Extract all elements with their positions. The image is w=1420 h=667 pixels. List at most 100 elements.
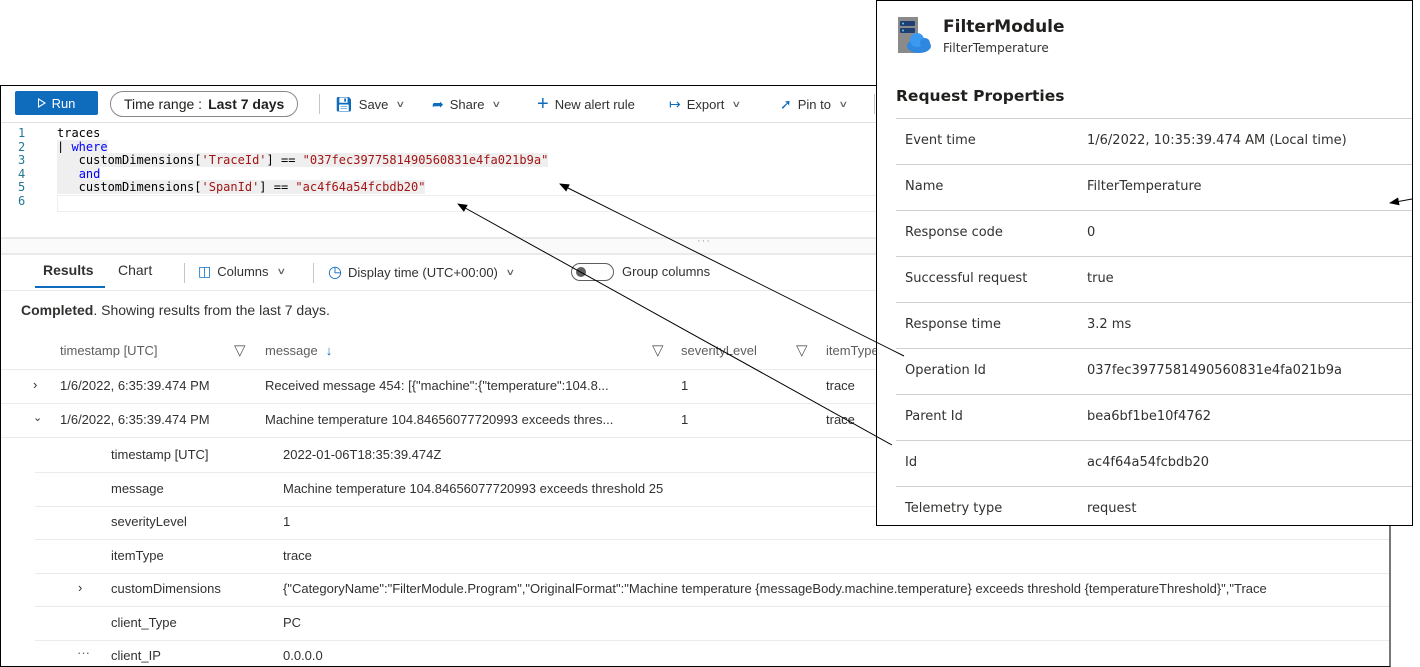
detail-value: trace — [283, 547, 312, 563]
export-label: Export — [686, 96, 725, 112]
detail-row: ··· client_IP 0.0.0.0 — [35, 640, 1389, 666]
property-row: Telemetry type request — [896, 486, 1412, 532]
chevron-right-icon[interactable]: › — [78, 580, 82, 595]
line-number: 3 — [18, 153, 26, 167]
current-line-highlight — [57, 194, 929, 212]
tab-chart[interactable]: Chart — [118, 262, 152, 278]
tab-results[interactable]: Results — [43, 262, 94, 278]
cell-severity: 1 — [681, 378, 689, 393]
property-row: Response code 0 — [896, 210, 1412, 256]
property-key: Operation Id — [905, 363, 986, 378]
line-number: 1 — [18, 126, 26, 140]
detail-value: 2022-01-06T18:35:39.474Z — [283, 447, 442, 462]
property-row: Parent Id bea6bf1be10f4762 — [896, 394, 1412, 440]
string-token: 'SpanId' — [201, 180, 260, 194]
display-time-label: Display time (UTC+00:00) — [347, 264, 498, 280]
keyword-token: where — [71, 139, 108, 154]
chevron-down-icon: ∨ — [731, 98, 742, 109]
play-icon — [37, 98, 46, 108]
save-button[interactable]: 💾︎ Save ∨ — [335, 86, 406, 122]
display-time-button[interactable]: ◷ Display time (UTC+00:00) ∨ — [328, 254, 515, 290]
property-key: Response time — [905, 317, 1001, 332]
export-arrow-icon: ↦ — [669, 95, 681, 112]
group-columns-label: Group columns — [622, 264, 711, 279]
plus-icon: + — [537, 92, 549, 115]
property-value: 0 — [1087, 225, 1096, 240]
detail-key: client_Type — [111, 614, 177, 630]
status-text: . Showing results from the last 7 days. — [93, 302, 330, 318]
detail-row: itemType trace — [35, 540, 1389, 574]
detail-key: customDimensions — [111, 581, 221, 596]
line-number: 2 — [18, 139, 26, 154]
new-alert-label: New alert rule — [554, 96, 635, 112]
detail-key: timestamp [UTC] — [111, 447, 209, 462]
keyword-token: and — [78, 166, 101, 181]
more-dots-icon[interactable]: ··· — [77, 645, 90, 660]
group-columns-toggle[interactable] — [571, 263, 614, 281]
property-value: 1/6/2022, 10:35:39.474 AM (Local time) — [1087, 133, 1347, 148]
export-button[interactable]: ↦ Export ∨ — [669, 86, 742, 122]
time-range-label: Time range : — [124, 96, 203, 112]
toggle-knob — [576, 267, 586, 277]
column-header-itemtype[interactable]: itemType — [826, 343, 879, 358]
filter-icon[interactable]: ▽ — [796, 341, 808, 359]
new-alert-rule-button[interactable]: + New alert rule — [537, 86, 635, 122]
chevron-down-icon: ∨ — [275, 265, 286, 276]
string-token: 'TraceId' — [201, 153, 267, 167]
time-range-picker[interactable]: Time range : Last 7 days — [110, 91, 299, 117]
chevron-down-icon: ∨ — [395, 98, 406, 109]
code-selection: traces — [57, 126, 100, 140]
code-selection: and — [57, 166, 101, 181]
property-key: Parent Id — [905, 409, 963, 424]
share-button[interactable]: ➦ Share ∨ — [432, 86, 502, 122]
properties-table: Event time 1/6/2022, 10:35:39.474 AM (Loc… — [896, 118, 1412, 532]
detail-value: Machine temperature 104.84656077720993 e… — [283, 480, 664, 496]
detail-value: {"CategoryName":"FilterModule.Program","… — [283, 581, 1267, 596]
detail-value: PC — [283, 614, 302, 630]
sort-down-icon: ↓ — [325, 343, 333, 358]
section-heading: Request Properties — [896, 87, 1065, 105]
filter-icon[interactable]: ▽ — [652, 341, 664, 359]
code-text: | where — [57, 139, 108, 155]
line-number: 4 — [18, 166, 26, 181]
detail-key: severityLevel — [111, 514, 187, 529]
code-token: customDimensions[ — [57, 153, 202, 167]
property-value: bea6bf1be10f4762 — [1087, 409, 1212, 424]
column-header-timestamp[interactable]: timestamp [UTC] — [60, 343, 158, 358]
cell-timestamp: 1/6/2022, 6:35:39.474 PM — [60, 378, 210, 393]
clock-icon: ◷ — [328, 264, 342, 281]
toolbar-divider — [184, 263, 185, 283]
property-row: Successful request true — [896, 256, 1412, 302]
code-token: | — [57, 139, 72, 154]
pin-to-button[interactable]: ➚ Pin to ∨ — [780, 86, 848, 122]
property-row: Name FilterTemperature — [896, 164, 1412, 210]
code-token: ] == — [266, 153, 303, 167]
app-service-icon — [898, 17, 931, 53]
detail-key: client_IP — [111, 648, 161, 663]
code-selection: | where — [57, 139, 108, 154]
property-key: Successful request — [905, 271, 1028, 286]
toolbar-divider — [319, 94, 320, 114]
time-range-value: Last 7 days — [208, 96, 285, 112]
property-key: Name — [905, 179, 944, 194]
toolbar-divider — [313, 263, 314, 283]
chevron-down-icon[interactable]: ⌄ — [33, 411, 42, 424]
property-key: Response code — [905, 225, 1003, 240]
detail-value: 0.0.0.0 — [283, 648, 323, 663]
line-number: 5 — [18, 180, 26, 194]
string-token: "037fec3977581490560831e4fa021b9a" — [302, 153, 549, 167]
column-header-message[interactable]: message ↓ — [265, 343, 332, 358]
detail-value: 1 — [283, 514, 291, 529]
chevron-right-icon[interactable]: › — [33, 377, 37, 392]
run-button[interactable]: Run — [15, 91, 98, 115]
property-value: true — [1087, 271, 1114, 286]
property-row: Id ac4f64a54fcbdb20 — [896, 440, 1412, 486]
columns-button[interactable]: ◫ Columns ∨ — [198, 253, 286, 289]
filter-icon[interactable]: ▽ — [234, 341, 246, 359]
cell-message: Received message 454: [{"machine":{"temp… — [265, 378, 609, 393]
detail-row: client_Type PC — [35, 607, 1389, 641]
chevron-down-icon: ∨ — [491, 98, 502, 109]
property-value: 037fec3977581490560831e4fa021b9a — [1087, 363, 1342, 378]
cell-itemtype: trace — [826, 412, 855, 427]
column-header-severity[interactable]: severityLevel — [681, 343, 757, 358]
